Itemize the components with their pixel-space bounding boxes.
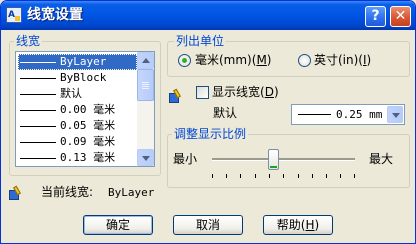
lineweight-list[interactable]: ByLayer ByBlock 默认 0.00 毫米 0.05 毫米 0.09 … (15, 51, 155, 167)
list-scrollbar[interactable] (137, 52, 154, 166)
dropdown-button[interactable] (387, 106, 403, 123)
slider-tick (298, 174, 299, 178)
list-item[interactable]: ByBlock (18, 70, 137, 86)
list-item[interactable]: 0.05 毫米 (18, 118, 137, 134)
arrow-up-icon (142, 58, 150, 63)
scale-max-label: 最大 (369, 152, 394, 166)
list-item[interactable]: ByLayer (18, 54, 137, 70)
dialog-title: 线宽设置 (27, 7, 83, 23)
scale-slider-thumb[interactable] (268, 149, 279, 170)
slider-tick (240, 174, 241, 178)
slider-tick (354, 174, 355, 178)
lineweight-dialog: A 线宽设置 ? ✕ 线宽 ByLayer ByBlock 默认 0.00 毫米… (0, 0, 416, 244)
default-lineweight-select[interactable]: 0.25 mm (291, 104, 405, 125)
current-lineweight-icon (9, 185, 25, 200)
slider-tick (255, 174, 256, 178)
current-lineweight-label: 当前线宽: (41, 185, 94, 199)
current-lineweight-value: ByLayer (108, 186, 155, 199)
millimeters-label[interactable]: 毫米(mm)(M) (195, 53, 271, 68)
scroll-up-button[interactable] (137, 52, 154, 69)
title-bar[interactable]: A 线宽设置 ? ✕ (1, 1, 415, 30)
list-item[interactable]: 0.13 毫米 (18, 150, 137, 166)
ok-button[interactable]: 确定 (83, 215, 153, 235)
slider-tick (340, 174, 341, 178)
cancel-button[interactable]: 取消 (173, 215, 243, 235)
slider-tick (212, 174, 213, 178)
slider-tick (283, 174, 284, 178)
arrow-down-icon (142, 156, 150, 161)
default-label: 默认 (213, 106, 238, 120)
close-button[interactable]: ✕ (390, 6, 411, 27)
help-button[interactable]: 帮助(H) (263, 215, 333, 235)
help-title-button[interactable]: ? (365, 6, 386, 27)
scroll-thumb[interactable] (137, 69, 154, 101)
list-item[interactable]: 默认 (18, 86, 137, 102)
slider-tick (269, 174, 270, 178)
chevron-down-icon (392, 113, 400, 118)
list-item[interactable]: 0.09 毫米 (18, 134, 137, 150)
scale-slider-track[interactable] (212, 158, 355, 161)
lineweights-group-label: 线宽 (14, 34, 43, 49)
millimeters-radio[interactable] (178, 54, 191, 67)
units-group-label: 列出单位 (174, 34, 227, 49)
inches-label[interactable]: 英寸(in)(I) (314, 53, 371, 68)
display-lineweight-checkbox[interactable] (196, 86, 209, 99)
scroll-down-button[interactable] (137, 149, 154, 166)
scale-min-label: 最小 (173, 152, 198, 166)
app-icon: A (6, 7, 22, 23)
slider-tick (226, 174, 227, 178)
slider-tick (312, 174, 313, 178)
inches-radio[interactable] (298, 54, 311, 67)
list-item[interactable]: 0.00 毫米 (18, 102, 137, 118)
scale-group-label: 调整显示比例 (172, 127, 249, 142)
default-lineweight-value: 0.25 mm (336, 108, 383, 121)
slider-tick (326, 174, 327, 178)
display-lineweight-label[interactable]: 显示线宽(D) (212, 85, 279, 100)
lineweight-pencil-icon (169, 88, 185, 103)
